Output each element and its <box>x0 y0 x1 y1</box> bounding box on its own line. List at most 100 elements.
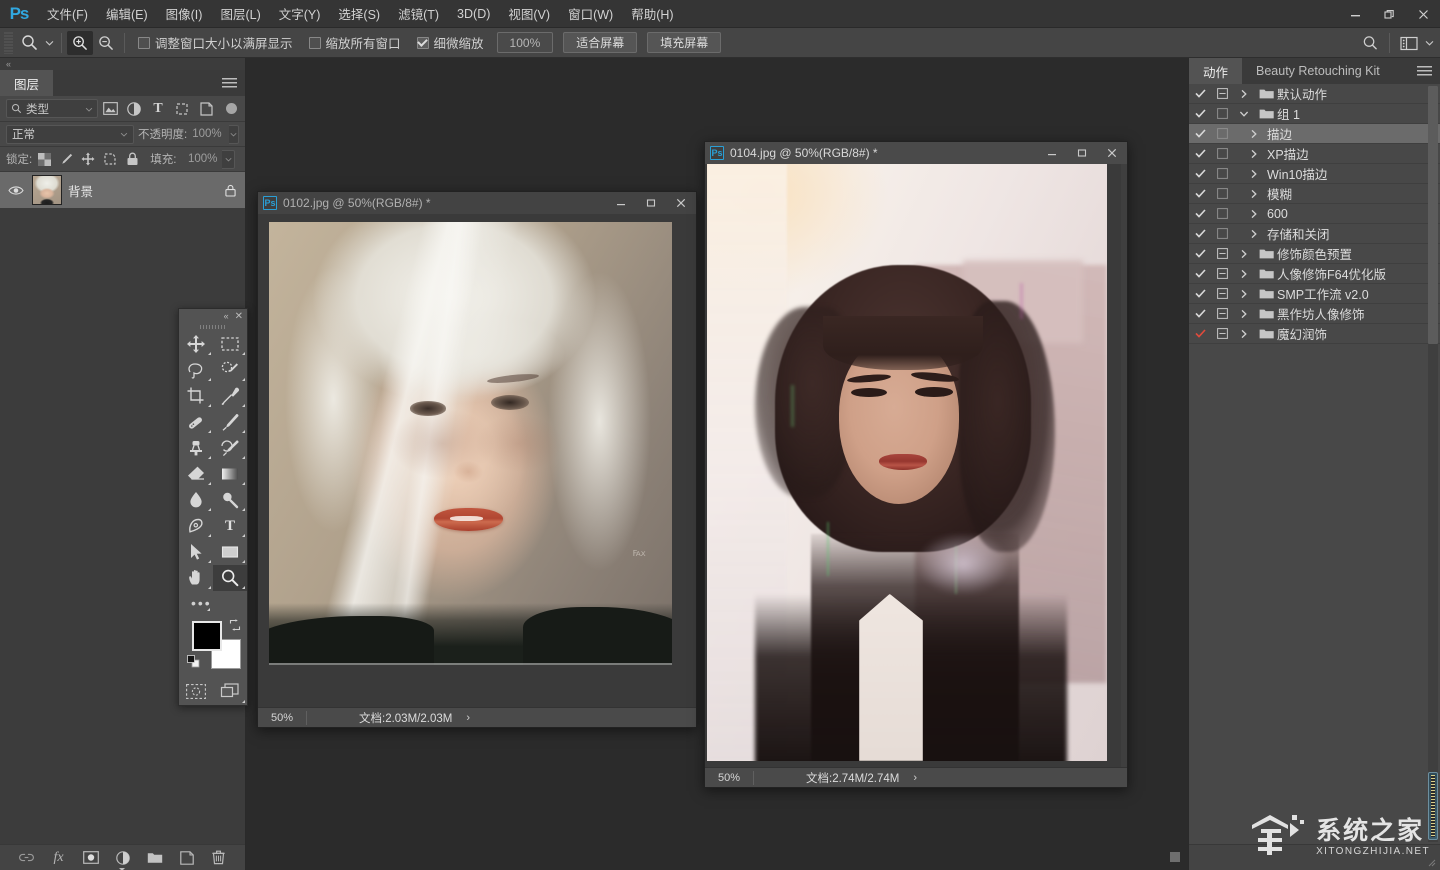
action-enabled-checkmark-icon[interactable] <box>1189 209 1211 218</box>
spot-healing-brush-tool[interactable] <box>179 409 213 435</box>
document-close-button[interactable] <box>666 192 696 214</box>
action-enabled-checkmark-icon[interactable] <box>1189 329 1211 338</box>
checkbox-scrubby-zoom[interactable]: 细微缩放 <box>417 33 484 52</box>
link-layers-icon[interactable] <box>18 849 36 867</box>
action-enabled-checkmark-icon[interactable] <box>1189 89 1211 98</box>
lock-image-pixels-brush-icon[interactable] <box>56 149 76 169</box>
document-title-bar[interactable]: Ps 0104.jpg @ 50%(RGB/8#) * <box>705 142 1127 164</box>
document-minimize-button[interactable] <box>606 192 636 214</box>
action-row[interactable]: 模糊 <box>1189 184 1440 204</box>
quick-mask-icon[interactable] <box>179 677 213 705</box>
tool-preset-chevron-down-icon[interactable] <box>42 31 56 55</box>
screen-mode-icon[interactable] <box>213 677 247 705</box>
action-disclosure-triangle-icon[interactable] <box>1243 209 1265 219</box>
restore-button[interactable] <box>1372 0 1406 28</box>
action-row[interactable]: SMP工作流 v2.0 <box>1189 284 1440 304</box>
gradient-tool[interactable] <box>213 461 247 487</box>
action-enabled-checkmark-icon[interactable] <box>1189 189 1211 198</box>
document-title-bar[interactable]: Ps 0102.jpg @ 50%(RGB/8#) * <box>258 192 696 214</box>
action-enabled-checkmark-icon[interactable] <box>1189 309 1211 318</box>
tab-layers[interactable]: 图层 <box>0 70 53 96</box>
action-row[interactable]: XP描边 <box>1189 144 1440 164</box>
filter-pixel-layer-icon[interactable] <box>98 99 122 119</box>
layer-thumbnail[interactable] <box>32 175 62 205</box>
hand-tool[interactable] <box>179 565 213 591</box>
tools-palette[interactable]: « ✕ T ••• <box>178 308 248 706</box>
action-dialog-toggle-icon[interactable] <box>1211 288 1233 299</box>
opacity-chevron-down-icon[interactable] <box>229 125 239 144</box>
action-disclosure-triangle-icon[interactable] <box>1243 189 1265 199</box>
filter-adjustment-layer-icon[interactable] <box>122 99 146 119</box>
document-restore-button[interactable] <box>1067 142 1097 164</box>
action-row[interactable]: 修饰颜色预置 <box>1189 244 1440 264</box>
action-row[interactable]: 600 <box>1189 204 1440 224</box>
type-tool[interactable]: T <box>213 513 247 539</box>
document-canvas[interactable] <box>705 164 1127 767</box>
edit-toolbar-button[interactable]: ••• <box>179 591 247 615</box>
document-canvas[interactable]: ℻ <box>258 214 696 707</box>
blend-mode-select[interactable]: 正常 <box>6 125 134 144</box>
action-dialog-toggle-icon[interactable] <box>1211 108 1233 119</box>
document-window-0104[interactable]: Ps 0104.jpg @ 50%(RGB/8#) * <box>704 141 1128 788</box>
fit-screen-button[interactable]: 适合屏幕 <box>563 32 637 53</box>
filter-shape-layer-icon[interactable] <box>170 99 194 119</box>
filter-smart-object-icon[interactable] <box>194 99 218 119</box>
collapse-double-arrow-icon[interactable]: « <box>224 311 229 321</box>
action-enabled-checkmark-icon[interactable] <box>1189 169 1211 178</box>
status-expand-chevron-right-icon[interactable]: › <box>913 772 917 784</box>
swap-colors-icon[interactable] <box>229 619 241 634</box>
search-icon[interactable] <box>1357 31 1383 55</box>
action-disclosure-triangle-icon[interactable] <box>1233 89 1255 99</box>
tab-beauty-retouching-kit[interactable]: Beauty Retouching Kit <box>1242 58 1394 84</box>
filter-toggle-switch[interactable] <box>226 103 237 114</box>
default-colors-icon[interactable] <box>187 655 200 671</box>
brush-tool[interactable] <box>213 409 247 435</box>
dodge-tool[interactable] <box>213 487 247 513</box>
action-dialog-toggle-icon[interactable] <box>1211 168 1233 179</box>
document-minimize-button[interactable] <box>1037 142 1067 164</box>
actions-scrollbar-thumb[interactable] <box>1428 86 1438 344</box>
action-disclosure-triangle-icon[interactable] <box>1233 110 1255 118</box>
action-disclosure-triangle-icon[interactable] <box>1233 289 1255 299</box>
action-enabled-checkmark-icon[interactable] <box>1189 249 1211 258</box>
close-button[interactable] <box>1406 0 1440 28</box>
document-restore-button[interactable] <box>636 192 666 214</box>
menu-item-3[interactable]: 图层(L) <box>211 0 269 28</box>
lock-position-move-icon[interactable] <box>78 149 98 169</box>
action-dialog-toggle-icon[interactable] <box>1211 128 1233 139</box>
tab-actions[interactable]: 动作 <box>1189 58 1242 84</box>
lock-transparent-pixels-icon[interactable] <box>34 149 54 169</box>
lock-all-icon[interactable] <box>122 149 142 169</box>
menu-item-1[interactable]: 编辑(E) <box>97 0 157 28</box>
menu-item-8[interactable]: 视图(V) <box>499 0 559 28</box>
document-scroll-gutter[interactable] <box>1121 164 1127 767</box>
lock-artboard-nesting-icon[interactable] <box>100 149 120 169</box>
action-row[interactable]: 默认动作 <box>1189 84 1440 104</box>
action-disclosure-triangle-icon[interactable] <box>1233 309 1255 319</box>
tools-palette-drag-grip[interactable] <box>179 323 247 331</box>
action-disclosure-triangle-icon[interactable] <box>1233 249 1255 259</box>
action-enabled-checkmark-icon[interactable] <box>1189 289 1211 298</box>
layer-filter-type-select[interactable]: 类型 <box>6 99 98 118</box>
clone-stamp-tool[interactable] <box>179 435 213 461</box>
new-adjustment-layer-icon[interactable] <box>114 849 132 867</box>
foreground-color-swatch[interactable] <box>192 621 222 651</box>
action-disclosure-triangle-icon[interactable] <box>1233 329 1255 339</box>
rectangle-tool[interactable] <box>213 539 247 565</box>
delete-layer-trash-icon[interactable] <box>210 849 228 867</box>
checkbox-resize-windows-to-fit[interactable]: 调整窗口大小以满屏显示 <box>138 33 293 52</box>
lasso-tool[interactable] <box>179 357 213 383</box>
layer-style-fx-icon[interactable]: fx <box>50 849 68 867</box>
action-disclosure-triangle-icon[interactable] <box>1233 269 1255 279</box>
action-enabled-checkmark-icon[interactable] <box>1189 149 1211 158</box>
current-tool-zoom-icon[interactable] <box>16 31 42 55</box>
action-enabled-checkmark-icon[interactable] <box>1189 269 1211 278</box>
zoom-out-button[interactable] <box>93 31 119 55</box>
action-row[interactable]: 描边 <box>1189 124 1440 144</box>
action-enabled-checkmark-icon[interactable] <box>1189 129 1211 138</box>
layer-row-background[interactable]: 背景 <box>0 172 245 208</box>
action-dialog-toggle-icon[interactable] <box>1211 248 1233 259</box>
chevron-down-icon[interactable] <box>120 128 128 140</box>
options-bar-grip[interactable] <box>4 32 13 54</box>
eraser-tool[interactable] <box>179 461 213 487</box>
